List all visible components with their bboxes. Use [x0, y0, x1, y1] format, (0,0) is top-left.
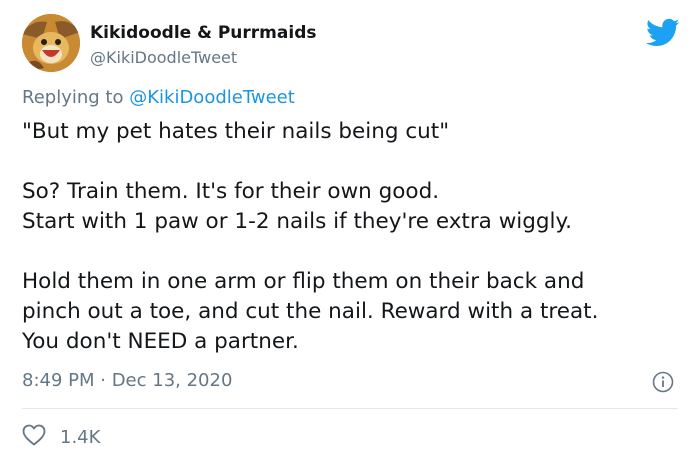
- tweet-header: Kikidoodle & Purrmaids @KikiDoodleTweet: [22, 14, 682, 76]
- twitter-bird-icon[interactable]: [646, 18, 680, 48]
- tweet-text-line: pinch out a toe, and cut the nail. Rewar…: [22, 299, 599, 324]
- replying-prefix: Replying to: [22, 87, 124, 108]
- heart-outline-icon: [22, 424, 46, 450]
- like-button[interactable]: 1.4K: [22, 424, 101, 450]
- replying-to: Replying to @KikiDoodleTweet: [22, 87, 295, 108]
- info-icon[interactable]: [652, 371, 674, 393]
- like-count: 1.4K: [60, 426, 101, 448]
- tweet-text-line: "But my pet hates their nails being cut": [22, 119, 450, 144]
- user-handle[interactable]: @KikiDoodleTweet: [90, 48, 237, 67]
- replying-mention-link[interactable]: @KikiDoodleTweet: [129, 87, 295, 108]
- avatar[interactable]: [22, 14, 80, 72]
- tweet-text-line: So? Train them. It's for their own good.: [22, 179, 440, 204]
- tweet-text-line: Hold them in one arm or flip them on the…: [22, 269, 585, 294]
- tweet-text-line: You don't NEED a partner.: [22, 329, 299, 354]
- tweet-timestamp[interactable]: 8:49 PM · Dec 13, 2020: [22, 370, 232, 391]
- tweet-body: "But my pet hates their nails being cut"…: [22, 117, 687, 357]
- divider: [22, 408, 678, 409]
- tweet-text-line: Start with 1 paw or 1-2 nails if they're…: [22, 209, 573, 234]
- display-name[interactable]: Kikidoodle & Purrmaids: [90, 23, 316, 43]
